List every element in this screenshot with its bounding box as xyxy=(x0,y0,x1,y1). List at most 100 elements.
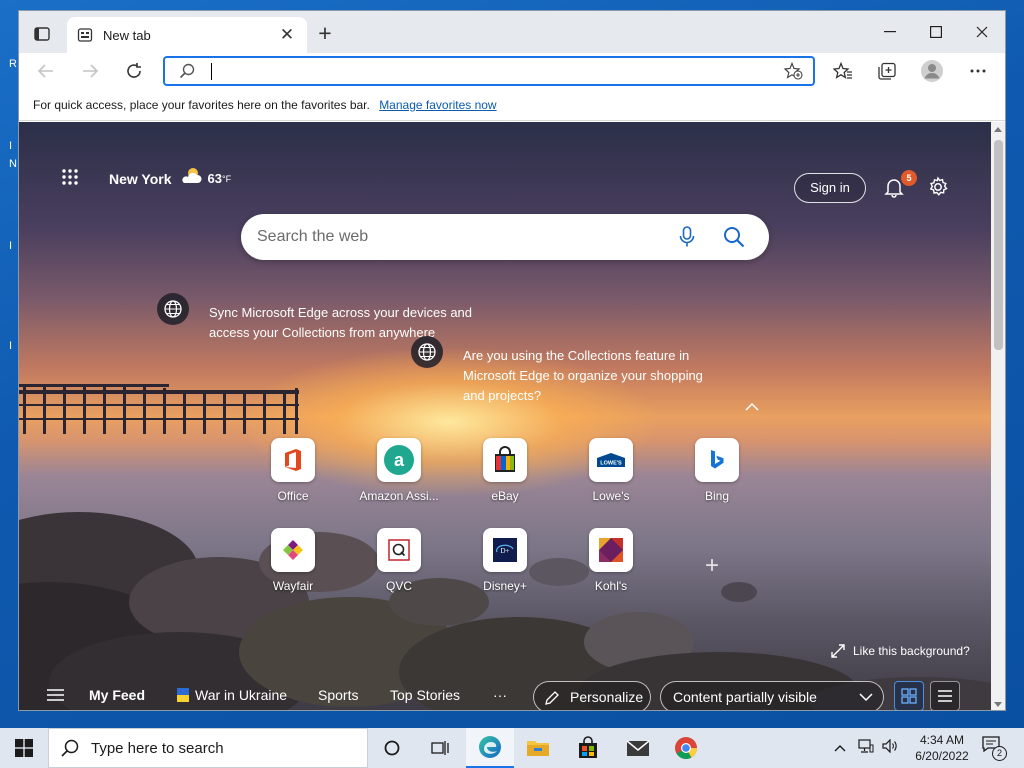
quick-link-wayfair[interactable]: Wayfair xyxy=(240,528,346,593)
quick-link-label: Wayfair xyxy=(272,579,314,593)
personalize-label: Personalize xyxy=(570,689,644,705)
microsoft-store-icon[interactable] xyxy=(564,728,612,768)
network-icon[interactable] xyxy=(858,738,874,758)
browser-toolbar xyxy=(19,53,1005,89)
taskbar: Type here to search 4:34 AM 6/20/2022 2 xyxy=(0,728,1024,768)
newtab-favicon-icon xyxy=(77,27,93,43)
mail-icon[interactable] xyxy=(614,728,662,768)
feed-tab-war-in-ukraine[interactable]: War in Ukraine xyxy=(177,687,287,703)
quick-link-amazon-assistant[interactable]: a Amazon Assi... xyxy=(346,438,452,503)
weather-widget[interactable]: New York 63 °F xyxy=(109,166,231,191)
search-submit-icon[interactable] xyxy=(723,226,745,253)
task-view-icon[interactable] xyxy=(416,728,464,768)
scroll-up-icon[interactable] xyxy=(994,126,1002,132)
page-scrollbar[interactable] xyxy=(991,122,1005,710)
maximize-button[interactable] xyxy=(913,11,959,53)
minimize-button[interactable] xyxy=(867,11,913,53)
notifications-badge: 5 xyxy=(901,170,917,186)
chevron-down-icon xyxy=(859,693,873,701)
ebay-icon xyxy=(483,438,527,482)
microphone-icon[interactable] xyxy=(679,226,695,253)
windows-logo-icon xyxy=(15,739,33,757)
quick-link-disney-plus[interactable]: D+ Disney+ xyxy=(452,528,558,593)
forward-button[interactable] xyxy=(77,59,103,83)
web-search-box[interactable] xyxy=(241,214,769,260)
address-bar[interactable] xyxy=(163,56,815,86)
feed-tab-top-stories[interactable]: Top Stories xyxy=(390,687,460,703)
more-options-icon[interactable] xyxy=(965,59,991,83)
manage-favorites-link[interactable]: Manage favorites now xyxy=(379,98,496,112)
quick-link-office[interactable]: Office xyxy=(240,438,346,503)
text-caret xyxy=(211,63,212,80)
page-settings-gear-icon[interactable] xyxy=(927,176,949,198)
new-tab-button[interactable]: + xyxy=(313,21,337,45)
chrome-icon[interactable] xyxy=(662,728,710,768)
svg-text:a: a xyxy=(394,450,405,470)
action-center-badge: 2 xyxy=(992,746,1007,761)
start-button[interactable] xyxy=(0,728,48,768)
personalize-button[interactable]: Personalize xyxy=(533,681,651,710)
tab-actions-icon[interactable] xyxy=(29,24,55,44)
like-background-text: Like this background? xyxy=(853,644,970,658)
desktop-icon-label: I xyxy=(9,140,13,152)
address-input[interactable] xyxy=(205,61,765,81)
sync-promo-text: Sync Microsoft Edge across your devices … xyxy=(209,305,473,340)
cortana-icon[interactable] xyxy=(368,728,416,768)
qvc-icon xyxy=(377,528,421,572)
pencil-icon xyxy=(545,691,559,705)
like-background-link[interactable]: Like this background? xyxy=(831,644,970,658)
profile-avatar[interactable] xyxy=(919,59,945,83)
file-explorer-icon[interactable] xyxy=(514,728,562,768)
weather-city: New York xyxy=(109,170,172,187)
quick-link-kohls[interactable]: Kohl's xyxy=(558,528,664,593)
close-tab-icon[interactable]: ✕ xyxy=(277,26,297,43)
sync-promo[interactable]: Sync Microsoft Edge across your devices … xyxy=(157,293,487,343)
quick-link-lowes[interactable]: LOWE'S Lowe's xyxy=(558,438,664,503)
feed-tab-sports[interactable]: Sports xyxy=(318,687,358,703)
scrollbar-thumb[interactable] xyxy=(994,140,1003,350)
ukraine-flag-icon xyxy=(177,688,189,702)
refresh-button[interactable] xyxy=(121,59,147,83)
collections-promo-text: Are you using the Collections feature in… xyxy=(463,348,703,403)
clock-time: 4:34 AM xyxy=(919,733,965,747)
apps-launcher-icon[interactable] xyxy=(61,168,79,186)
quick-link-qvc[interactable]: QVC xyxy=(346,528,452,593)
feed-more-icon[interactable]: ··· xyxy=(493,687,507,703)
favorites-bar-message: For quick access, place your favorites h… xyxy=(33,98,370,112)
taskbar-clock[interactable]: 4:34 AM 6/20/2022 xyxy=(910,732,974,764)
scroll-down-icon[interactable] xyxy=(994,702,1002,708)
show-hidden-icons-chevron-icon[interactable] xyxy=(834,739,846,757)
add-favorite-icon[interactable] xyxy=(783,61,803,85)
quick-link-label: eBay xyxy=(491,489,519,503)
lowes-icon: LOWE'S xyxy=(589,438,633,482)
add-quick-link-button[interactable]: + xyxy=(705,552,719,580)
grid-icon xyxy=(901,688,917,704)
volume-icon[interactable] xyxy=(882,738,898,758)
favorites-icon[interactable] xyxy=(830,59,856,83)
web-search-input[interactable] xyxy=(257,226,657,248)
quick-link-bing[interactable]: Bing xyxy=(664,438,770,503)
quick-link-ebay[interactable]: eBay xyxy=(452,438,558,503)
system-tray xyxy=(834,728,898,768)
sign-in-button[interactable]: Sign in xyxy=(794,173,866,203)
list-icon xyxy=(938,690,952,702)
quick-link-label: Bing xyxy=(704,489,730,503)
feed-tab-my-feed[interactable]: My Feed xyxy=(89,687,145,703)
collapse-chevron-up-icon[interactable] xyxy=(745,398,759,416)
close-window-button[interactable] xyxy=(959,11,1005,53)
collections-promo[interactable]: Are you using the Collections feature in… xyxy=(411,336,721,406)
grid-view-button[interactable] xyxy=(894,681,924,710)
quick-link-label: Lowe's xyxy=(592,489,630,503)
search-icon xyxy=(179,63,195,84)
taskbar-search-box[interactable]: Type here to search xyxy=(48,728,368,768)
tab-new-tab[interactable]: New tab ✕ xyxy=(67,17,307,53)
list-view-button[interactable] xyxy=(930,681,960,710)
collections-icon[interactable] xyxy=(874,59,900,83)
expand-icon xyxy=(831,644,845,658)
quick-link-label: Amazon Assi... xyxy=(359,489,439,503)
edge-taskbar-icon[interactable] xyxy=(466,728,514,768)
content-visibility-dropdown[interactable]: Content partially visible xyxy=(660,681,884,710)
hamburger-menu-icon[interactable] xyxy=(47,688,64,706)
back-button[interactable] xyxy=(33,59,59,83)
weather-temperature: 63 xyxy=(207,171,222,186)
